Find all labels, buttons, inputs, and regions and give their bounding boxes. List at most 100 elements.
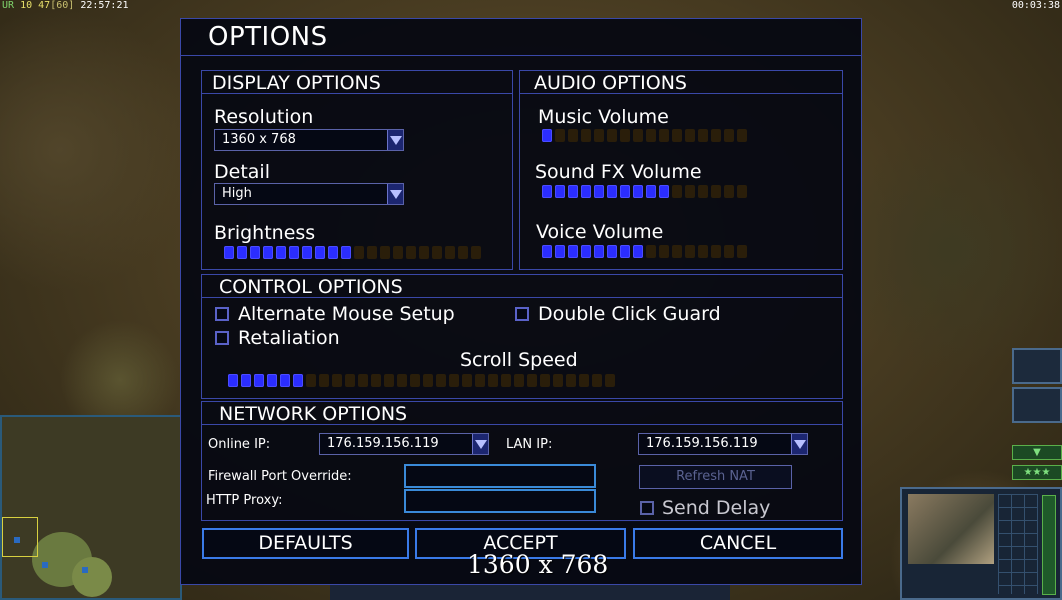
slider-segment[interactable] — [280, 374, 290, 387]
slider-segment[interactable] — [237, 246, 247, 259]
slider-segment[interactable] — [672, 129, 682, 142]
slider-segment[interactable] — [659, 129, 669, 142]
slider-segment[interactable] — [672, 245, 682, 258]
slider-segment[interactable] — [659, 185, 669, 198]
cancel-button[interactable]: CANCEL — [633, 528, 843, 559]
slider-segment[interactable] — [540, 374, 550, 387]
slider-segment[interactable] — [685, 129, 695, 142]
slider-segment[interactable] — [581, 245, 591, 258]
slider-segment[interactable] — [542, 185, 552, 198]
slider-segment[interactable] — [410, 374, 420, 387]
slider-segment[interactable] — [659, 245, 669, 258]
slider-segment[interactable] — [384, 374, 394, 387]
slider-segment[interactable] — [579, 374, 589, 387]
music-volume-slider[interactable] — [542, 129, 747, 143]
slider-segment[interactable] — [393, 246, 403, 259]
slider-segment[interactable] — [605, 374, 615, 387]
slider-segment[interactable] — [302, 246, 312, 259]
minimap[interactable] — [0, 415, 182, 600]
slider-segment[interactable] — [607, 245, 617, 258]
slider-segment[interactable] — [633, 185, 643, 198]
drone-icon[interactable] — [1012, 387, 1062, 423]
slider-segment[interactable] — [646, 185, 656, 198]
slider-segment[interactable] — [367, 246, 377, 259]
slider-segment[interactable] — [250, 246, 260, 259]
slider-segment[interactable] — [711, 245, 721, 258]
slider-segment[interactable] — [581, 129, 591, 142]
slider-segment[interactable] — [737, 245, 747, 258]
chevron-down-icon[interactable] — [387, 184, 403, 204]
slider-segment[interactable] — [633, 245, 643, 258]
slider-segment[interactable] — [345, 374, 355, 387]
slider-segment[interactable] — [527, 374, 537, 387]
slider-segment[interactable] — [319, 374, 329, 387]
slider-segment[interactable] — [737, 185, 747, 198]
slider-segment[interactable] — [555, 245, 565, 258]
slider-segment[interactable] — [380, 246, 390, 259]
slider-segment[interactable] — [646, 129, 656, 142]
slider-segment[interactable] — [555, 129, 565, 142]
slider-segment[interactable] — [633, 129, 643, 142]
slider-segment[interactable] — [488, 374, 498, 387]
slider-segment[interactable] — [241, 374, 251, 387]
slider-segment[interactable] — [568, 185, 578, 198]
defaults-button[interactable]: DEFAULTS — [202, 528, 409, 559]
chevron-down-icon[interactable] — [472, 434, 488, 454]
arrow-down-icon[interactable]: ▼ — [1012, 445, 1062, 460]
slider-segment[interactable] — [289, 246, 299, 259]
slider-segment[interactable] — [397, 374, 407, 387]
resolution-dropdown[interactable]: 1360 x 768 — [214, 129, 404, 151]
slider-segment[interactable] — [436, 374, 446, 387]
retaliation-checkbox[interactable] — [215, 331, 229, 345]
slider-segment[interactable] — [423, 374, 433, 387]
slider-segment[interactable] — [542, 245, 552, 258]
slider-segment[interactable] — [406, 246, 416, 259]
slider-segment[interactable] — [620, 185, 630, 198]
double-click-guard-checkbox[interactable] — [515, 307, 529, 321]
slider-segment[interactable] — [514, 374, 524, 387]
scroll-speed-slider[interactable] — [228, 374, 615, 388]
brightness-slider[interactable] — [224, 246, 481, 260]
slider-segment[interactable] — [698, 129, 708, 142]
slider-segment[interactable] — [306, 374, 316, 387]
lan-ip-dropdown[interactable]: 176.159.156.119 — [638, 433, 808, 455]
slider-segment[interactable] — [332, 374, 342, 387]
slider-segment[interactable] — [566, 374, 576, 387]
slider-segment[interactable] — [328, 246, 338, 259]
slider-segment[interactable] — [594, 245, 604, 258]
voice-volume-slider[interactable] — [542, 245, 747, 259]
slider-segment[interactable] — [620, 129, 630, 142]
slider-segment[interactable] — [371, 374, 381, 387]
slider-segment[interactable] — [724, 129, 734, 142]
slider-segment[interactable] — [592, 374, 602, 387]
slider-segment[interactable] — [462, 374, 472, 387]
slider-segment[interactable] — [698, 185, 708, 198]
slider-segment[interactable] — [341, 246, 351, 259]
slider-segment[interactable] — [594, 129, 604, 142]
detail-dropdown[interactable]: High — [214, 183, 404, 205]
slider-segment[interactable] — [607, 185, 617, 198]
slider-segment[interactable] — [737, 129, 747, 142]
slider-segment[interactable] — [293, 374, 303, 387]
slider-segment[interactable] — [724, 245, 734, 258]
slider-segment[interactable] — [568, 129, 578, 142]
slider-segment[interactable] — [358, 374, 368, 387]
slider-segment[interactable] — [458, 246, 468, 259]
slider-segment[interactable] — [542, 129, 552, 142]
slider-segment[interactable] — [553, 374, 563, 387]
slider-segment[interactable] — [594, 185, 604, 198]
slider-segment[interactable] — [646, 245, 656, 258]
slider-segment[interactable] — [581, 185, 591, 198]
slider-segment[interactable] — [354, 246, 364, 259]
slider-segment[interactable] — [263, 246, 273, 259]
http-proxy-input[interactable] — [404, 489, 596, 513]
refresh-nat-button[interactable]: Refresh NAT — [639, 465, 792, 489]
slider-segment[interactable] — [555, 185, 565, 198]
slider-segment[interactable] — [685, 185, 695, 198]
slider-segment[interactable] — [419, 246, 429, 259]
chevron-down-icon[interactable] — [387, 130, 403, 150]
firewall-port-input[interactable] — [404, 464, 596, 488]
slider-segment[interactable] — [685, 245, 695, 258]
sfx-volume-slider[interactable] — [542, 185, 747, 199]
slider-segment[interactable] — [724, 185, 734, 198]
